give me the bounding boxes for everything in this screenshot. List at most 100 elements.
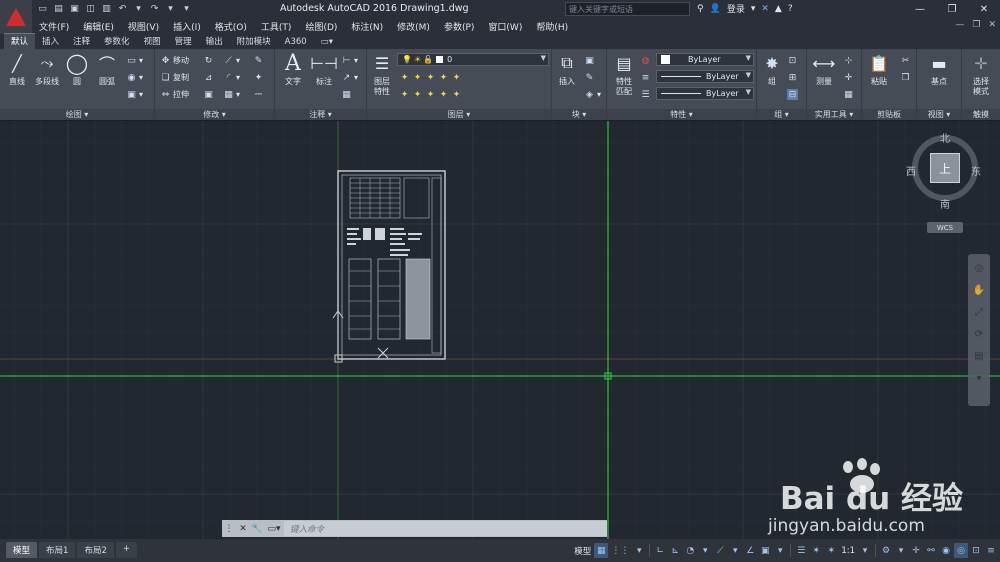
tab-parametric[interactable]: 参数化 bbox=[97, 34, 137, 49]
annotation-monitor-icon[interactable]: ✛ bbox=[909, 543, 923, 558]
hardware-acceleration-icon[interactable]: ◎ bbox=[954, 543, 968, 558]
snap-dropdown-icon[interactable]: ▾ bbox=[632, 543, 646, 558]
polar-dropdown-icon[interactable]: ▾ bbox=[698, 543, 712, 558]
add-layout-button[interactable]: + bbox=[115, 542, 137, 558]
offset-tool[interactable]: ⎓ bbox=[253, 88, 264, 101]
auto-scale-icon[interactable]: ✶ bbox=[824, 543, 838, 558]
model-space-button[interactable]: 模型 bbox=[572, 543, 593, 558]
panel-properties-title[interactable]: 特性 ▾ bbox=[607, 109, 756, 120]
panel-annotation-title[interactable]: 注释 ▾ bbox=[275, 109, 366, 120]
linetype-dropdown[interactable]: ByLayer ▼ bbox=[656, 70, 754, 83]
viewcube-east[interactable]: 东 bbox=[971, 163, 981, 178]
select-mode-tool[interactable]: ✛ 选择 模式 bbox=[966, 52, 996, 97]
polyline-tool[interactable]: ⤳ 多段线 bbox=[31, 52, 63, 87]
tab-insert[interactable]: 插入 bbox=[35, 34, 66, 49]
command-input[interactable]: 键入命令 bbox=[284, 521, 607, 536]
tab-view[interactable]: 视图 bbox=[137, 34, 168, 49]
plot-icon[interactable]: ▥ bbox=[100, 2, 113, 15]
command-customize-icon[interactable]: 🔧 bbox=[250, 521, 264, 536]
copy-tool[interactable]: ❏ 复制 bbox=[160, 71, 189, 84]
customize-qat-icon[interactable]: ▾ bbox=[180, 2, 193, 15]
undo-icon[interactable]: ↶ bbox=[116, 2, 129, 15]
dimension-tool[interactable]: ⊢⊣ 标注 bbox=[309, 52, 339, 87]
line-tool[interactable]: ╱ 直线 bbox=[2, 52, 32, 87]
units-icon[interactable]: ⚯ bbox=[924, 543, 938, 558]
maximize-button[interactable]: ❐ bbox=[936, 0, 968, 18]
lineweight-dropdown[interactable]: ByLayer ▼ bbox=[656, 87, 754, 100]
menu-dimension[interactable]: 标注(N) bbox=[344, 20, 390, 33]
layer-tool-icon[interactable]: ✦ bbox=[412, 89, 423, 100]
menu-edit[interactable]: 编辑(E) bbox=[76, 20, 121, 33]
application-menu-button[interactable] bbox=[0, 0, 32, 34]
move-tool[interactable]: ✥ 移动 bbox=[160, 54, 189, 67]
viewcube-north[interactable]: 北 bbox=[940, 130, 950, 145]
save-icon[interactable]: ▣ bbox=[68, 2, 81, 15]
menu-view[interactable]: 视图(V) bbox=[121, 20, 166, 33]
menu-close-icon[interactable]: ✕ bbox=[988, 20, 996, 30]
panel-view-title[interactable]: 视图 ▾ bbox=[917, 109, 961, 120]
arc-tool[interactable]: ⌒ 圆弧 bbox=[92, 52, 122, 87]
insert-block-tool[interactable]: ⧉ 插入 bbox=[552, 52, 582, 87]
clean-screen-icon[interactable]: ⊡ bbox=[969, 543, 983, 558]
erase-tool[interactable]: ✎ bbox=[253, 54, 264, 67]
group-select-tool[interactable]: ⊟ bbox=[787, 88, 798, 101]
login-label[interactable]: 登录 bbox=[727, 2, 745, 15]
menu-modify[interactable]: 修改(M) bbox=[390, 20, 437, 33]
panel-layers-title[interactable]: 图层 ▾ bbox=[367, 109, 551, 120]
lineweight-icon[interactable]: ☰ bbox=[640, 88, 651, 101]
save-as-icon[interactable]: ◫ bbox=[84, 2, 97, 15]
search-input[interactable]: 键入关键字或短语 bbox=[565, 2, 690, 16]
tab-manage[interactable]: 管理 bbox=[168, 34, 199, 49]
rotate-tool[interactable]: ↻ bbox=[203, 54, 214, 67]
help-button[interactable]: ? bbox=[788, 4, 793, 14]
tab-a360[interactable]: A360 bbox=[278, 36, 314, 49]
exchange-icon[interactable]: ✕ bbox=[761, 4, 769, 14]
object-snap-tracking-icon[interactable]: ∠ bbox=[743, 543, 757, 558]
customization-icon[interactable]: ≡ bbox=[984, 543, 998, 558]
mirror-tool[interactable]: ⊿ bbox=[203, 71, 214, 84]
viewcube[interactable]: 北 南 东 西 上 WCS bbox=[905, 130, 985, 235]
command-close-icon[interactable]: ✕ bbox=[236, 521, 250, 536]
workspace-gear-icon[interactable]: ⚙ bbox=[879, 543, 893, 558]
rectangle-tool[interactable]: ▭ ▾ bbox=[126, 54, 143, 67]
linear-dim-tool[interactable]: ⊢ ▾ bbox=[341, 54, 358, 67]
paste-tool[interactable]: 📋 粘贴 bbox=[864, 52, 894, 87]
ortho-icon[interactable]: ∟ bbox=[653, 543, 667, 558]
layer-tool-icon[interactable]: ✦ bbox=[451, 89, 462, 100]
login-dropdown-icon[interactable]: ▾ bbox=[751, 4, 756, 14]
menu-restore-icon[interactable]: ❐ bbox=[972, 20, 980, 30]
group-edit-tool[interactable]: ⊞ bbox=[787, 71, 798, 84]
undo-dropdown-icon[interactable]: ▾ bbox=[132, 2, 145, 15]
calculator-tool[interactable]: ▦ bbox=[843, 88, 854, 101]
layer-properties-tool[interactable]: ☰ 图层 特性 bbox=[367, 52, 397, 97]
color-dropdown[interactable]: ByLayer ▼ bbox=[656, 53, 754, 66]
viewcube-west[interactable]: 西 bbox=[906, 163, 916, 178]
panel-touch-title[interactable]: 触摸 bbox=[962, 109, 1000, 120]
text-tool[interactable]: A 文字 bbox=[278, 51, 308, 87]
wcs-dropdown[interactable]: WCS bbox=[927, 222, 963, 233]
panel-utilities-title[interactable]: 实用工具 ▾ bbox=[807, 109, 861, 120]
isodraft-icon[interactable]: ⟋ bbox=[713, 543, 727, 558]
minimize-button[interactable]: — bbox=[904, 0, 936, 18]
edit-block-tool[interactable]: ✎ bbox=[584, 71, 595, 84]
command-prompt-icon[interactable]: ▭▾ bbox=[264, 521, 284, 536]
zoom-extents-icon[interactable]: ⤢ bbox=[973, 306, 985, 318]
layer-tool-icon[interactable]: ✦ bbox=[451, 72, 462, 83]
layer-tool-icon[interactable]: ✦ bbox=[399, 72, 410, 83]
panel-draw-title[interactable]: 绘图 ▾ bbox=[0, 109, 154, 120]
menu-insert[interactable]: 插入(I) bbox=[166, 20, 208, 33]
tab-model[interactable]: 模型 bbox=[6, 542, 38, 558]
measure-tool[interactable]: ⟷ 测量 bbox=[809, 52, 839, 87]
annotation-scale[interactable]: 1:1 bbox=[839, 543, 857, 558]
binoculars-icon[interactable]: ⚲ bbox=[697, 4, 704, 14]
stretch-tool[interactable]: ⇔ 拉伸 bbox=[160, 88, 189, 101]
redo-icon[interactable]: ↷ bbox=[148, 2, 161, 15]
orbit-icon[interactable]: ⟳ bbox=[973, 328, 985, 340]
block-attr-tool[interactable]: ◈ ▾ bbox=[584, 88, 601, 101]
trim-tool[interactable]: ⟋ ▾ bbox=[223, 54, 240, 67]
steering-wheel-icon[interactable]: ◎ bbox=[973, 262, 985, 274]
layer-tool-icon[interactable]: ✦ bbox=[425, 72, 436, 83]
menu-format[interactable]: 格式(O) bbox=[208, 20, 254, 33]
tab-default[interactable]: 默认 bbox=[4, 33, 36, 49]
layer-tool-icon[interactable]: ✦ bbox=[438, 89, 449, 100]
